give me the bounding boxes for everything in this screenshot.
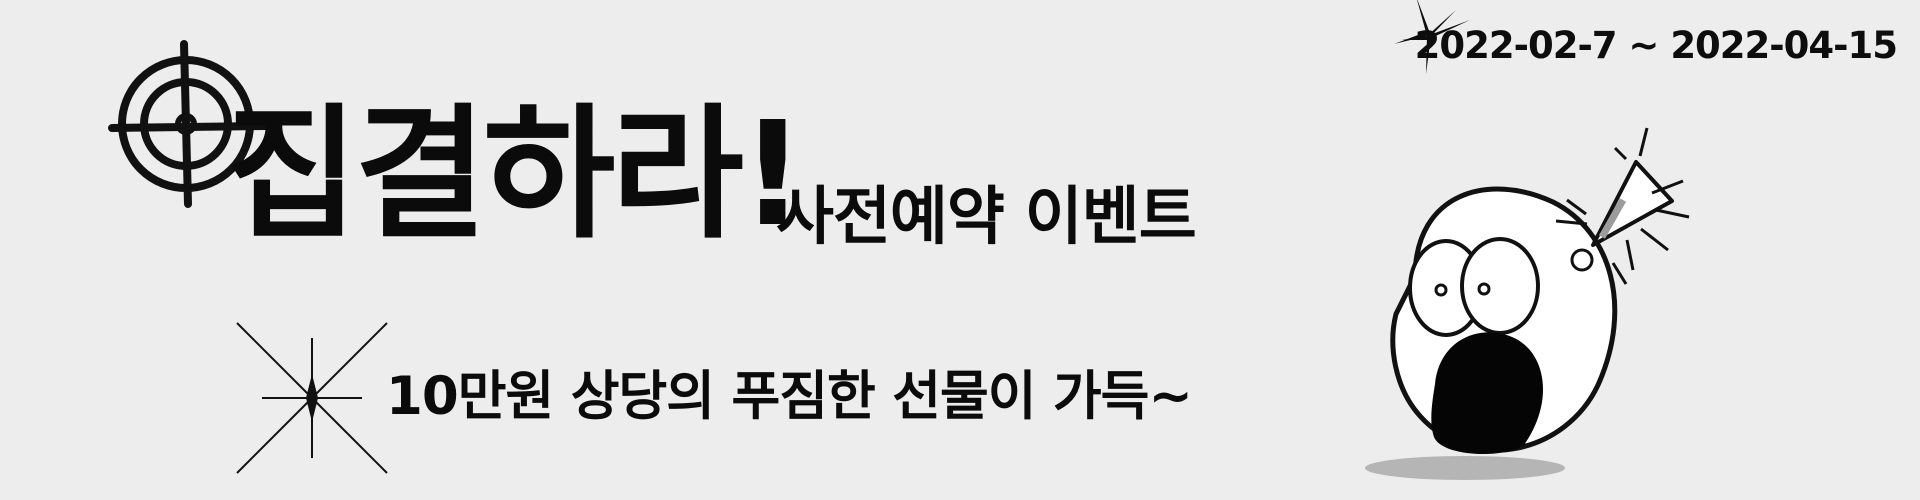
event-banner: 2022-02-7 ~ 2022-04-15 집결하라! 사전예약 이벤트 10… bbox=[0, 0, 1920, 500]
event-subtitle: 사전예약 이벤트 bbox=[776, 180, 1197, 253]
sparkle-icon bbox=[236, 322, 388, 474]
event-title: 집결하라! bbox=[226, 90, 806, 258]
surprised-face-icon bbox=[1365, 127, 1690, 480]
event-date-range: 2022-02-7 ~ 2022-04-15 bbox=[1414, 24, 1898, 67]
gift-description: 10만원 상당의 푸짐한 선물이 가득~ bbox=[386, 366, 1193, 427]
